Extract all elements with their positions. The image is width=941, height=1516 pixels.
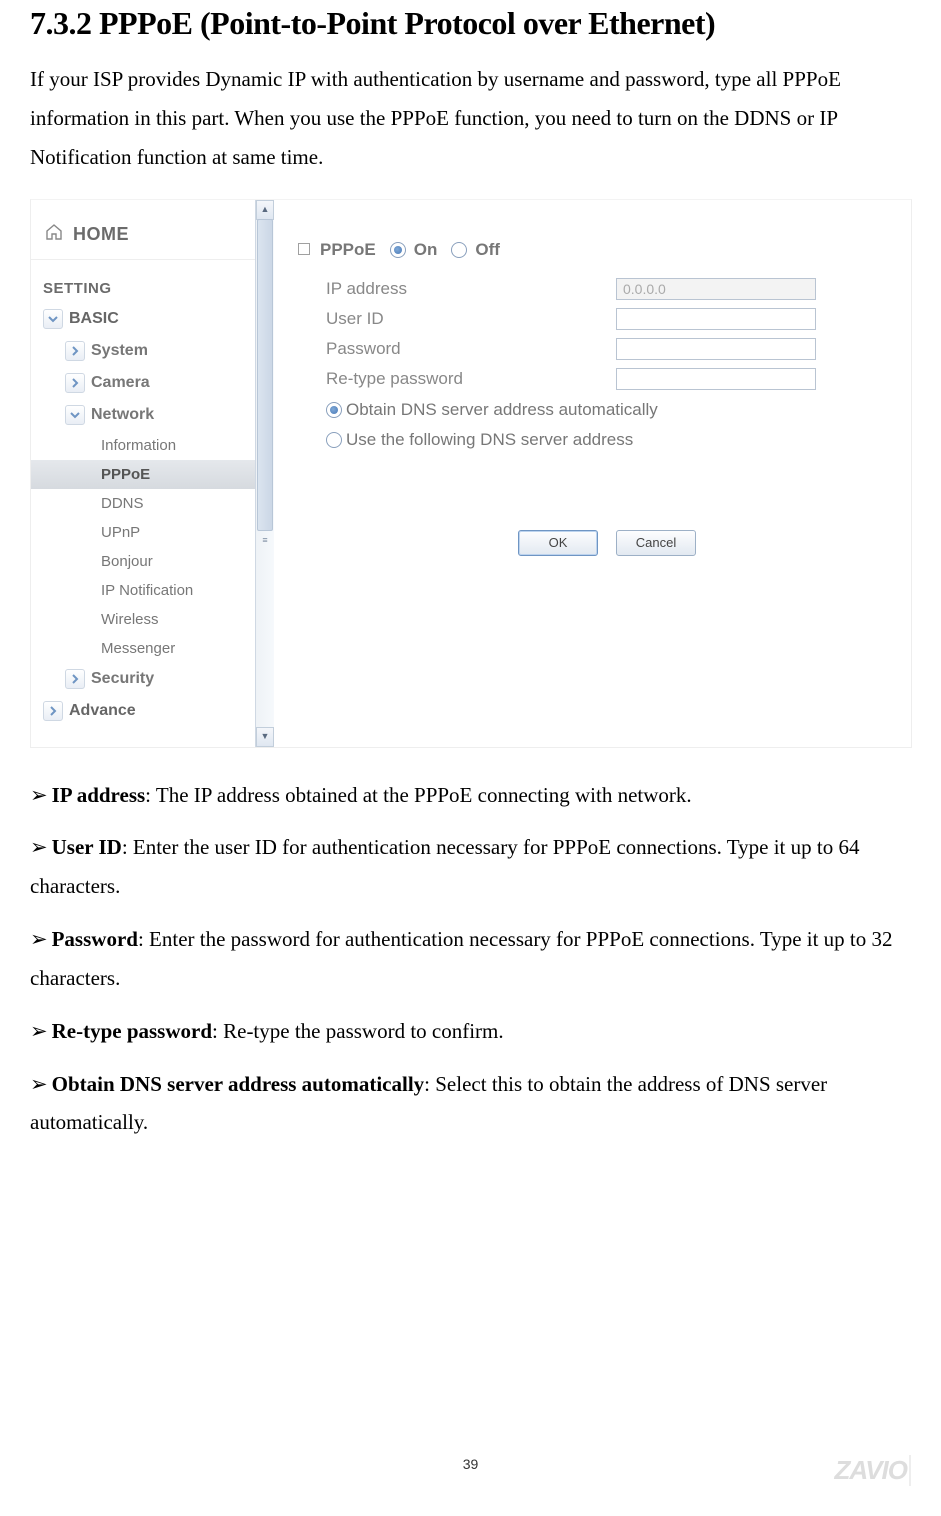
scroll-grip-icon: ≡	[256, 535, 274, 547]
scroll-down-icon[interactable]: ▼	[256, 727, 274, 747]
retype-label: Re-type password	[326, 369, 616, 389]
ok-button[interactable]: OK	[518, 530, 598, 556]
ipaddress-label: IP address	[326, 279, 616, 299]
intro-paragraph: If your ISP provides Dynamic IP with aut…	[30, 60, 911, 177]
nav-network[interactable]: Network	[31, 399, 256, 431]
radio-off-label: Off	[475, 240, 500, 260]
nav-system[interactable]: System	[31, 335, 256, 367]
sidebar: HOME SETTING BASIC System Camera	[31, 200, 274, 747]
cancel-button[interactable]: Cancel	[616, 530, 696, 556]
sidebar-scrollbar[interactable]: ▲ ≡ ▼	[255, 200, 274, 747]
nav-item-bonjour[interactable]: Bonjour	[31, 547, 256, 576]
nav-camera-label: Camera	[91, 374, 150, 392]
nav-basic[interactable]: BASIC	[31, 303, 256, 335]
nav-item-upnp[interactable]: UPnP	[31, 518, 256, 547]
nav-home[interactable]: HOME	[31, 218, 256, 260]
chevron-down-icon	[43, 309, 63, 329]
nav-setting-header: SETTING	[31, 260, 256, 303]
pppoe-section-label: PPPoE	[320, 240, 376, 260]
brand-logo: ZAVIO	[834, 1455, 911, 1486]
section-heading: 7.3.2 PPPoE (Point-to-Point Protocol ove…	[30, 5, 911, 42]
dns-manual-label: Use the following DNS server address	[346, 430, 633, 450]
userid-input[interactable]	[616, 308, 816, 330]
def-ipaddress: ➢IP address: The IP address obtained at …	[30, 776, 911, 815]
nav-item-messenger[interactable]: Messenger	[31, 634, 256, 663]
retype-input[interactable]	[616, 368, 816, 390]
def-password: ➢Password: Enter the password for authen…	[30, 920, 911, 998]
nav-camera[interactable]: Camera	[31, 367, 256, 399]
nav-network-label: Network	[91, 406, 154, 424]
nav-item-ipnotification[interactable]: IP Notification	[31, 576, 256, 605]
pppoe-toggle-row: PPPoE On Off	[298, 240, 911, 260]
def-retype: ➢Re-type password: Re-type the password …	[30, 1012, 911, 1051]
settings-screenshot: HOME SETTING BASIC System Camera	[30, 199, 912, 748]
userid-label: User ID	[326, 309, 616, 329]
password-label: Password	[326, 339, 616, 359]
def-dnsauto: ➢Obtain DNS server address automatically…	[30, 1065, 911, 1143]
nav-item-information[interactable]: Information	[31, 431, 256, 460]
dns-auto-label: Obtain DNS server address automatically	[346, 400, 658, 420]
ipaddress-input	[616, 278, 816, 300]
nav-item-ddns[interactable]: DDNS	[31, 489, 256, 518]
definitions-list: ➢IP address: The IP address obtained at …	[30, 776, 911, 1143]
chevron-right-icon	[65, 669, 85, 689]
scroll-up-icon[interactable]: ▲	[256, 200, 274, 220]
nav-security-label: Security	[91, 670, 154, 688]
chevron-right-icon	[65, 341, 85, 361]
nav-home-label: HOME	[73, 224, 129, 245]
radio-dns-auto[interactable]	[326, 402, 342, 418]
chevron-right-icon	[65, 373, 85, 393]
square-icon	[298, 243, 310, 255]
page-number: 39	[0, 1456, 941, 1472]
nav-item-wireless[interactable]: Wireless	[31, 605, 256, 634]
radio-off[interactable]	[451, 242, 467, 258]
chevron-down-icon	[65, 405, 85, 425]
nav-security[interactable]: Security	[31, 663, 256, 695]
radio-on-label: On	[414, 240, 438, 260]
nav-item-pppoe[interactable]: PPPoE	[31, 460, 256, 489]
def-userid: ➢User ID: Enter the user ID for authenti…	[30, 828, 911, 906]
nav-advance[interactable]: Advance	[31, 695, 256, 727]
nav-advance-label: Advance	[69, 702, 136, 720]
home-icon	[45, 224, 63, 245]
radio-on[interactable]	[390, 242, 406, 258]
radio-dns-manual[interactable]	[326, 432, 342, 448]
form-panel: PPPoE On Off IP address User ID Password…	[274, 200, 911, 747]
nav-system-label: System	[91, 342, 148, 360]
scroll-thumb[interactable]	[257, 219, 273, 531]
nav-basic-label: BASIC	[69, 310, 119, 328]
password-input[interactable]	[616, 338, 816, 360]
chevron-right-icon	[43, 701, 63, 721]
